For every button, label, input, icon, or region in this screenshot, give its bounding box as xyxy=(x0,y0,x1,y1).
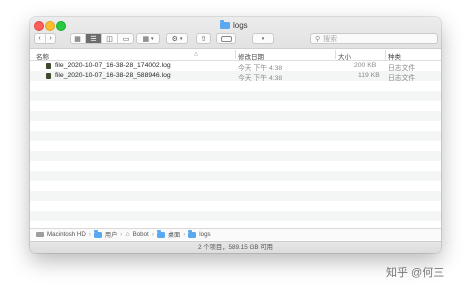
empty-row xyxy=(30,211,441,221)
share-button[interactable]: ⇧ xyxy=(196,33,211,44)
column-view-button[interactable]: ◫ xyxy=(102,34,118,43)
file-name: file_2020-10-07_16-38-28_588946.log xyxy=(55,72,171,79)
log-file-icon xyxy=(46,73,51,79)
empty-row xyxy=(30,181,441,191)
tags-button[interactable] xyxy=(216,33,236,44)
watermark: 知乎 @何三 xyxy=(386,267,445,279)
status-bar: 2 个项目，589.15 GB 可用 xyxy=(30,241,441,253)
empty-row xyxy=(30,81,441,91)
extra-dropdown-button[interactable]: ▾ xyxy=(252,33,274,44)
column-kind-header[interactable]: 种类 xyxy=(388,51,401,61)
search-field[interactable]: ⚲ 搜索 xyxy=(310,33,438,44)
action-button[interactable]: ⚙ ▾ xyxy=(166,33,188,44)
file-row[interactable]: file_2020-10-07_16-38-28_588946.log 今天 下… xyxy=(30,71,441,82)
folder-icon xyxy=(93,230,102,238)
status-text: 2 个项目，589.15 GB 可用 xyxy=(198,244,273,251)
empty-row xyxy=(30,131,441,141)
empty-row xyxy=(30,111,441,121)
empty-row xyxy=(30,141,441,151)
window-title: logs xyxy=(220,20,248,30)
folder-icon xyxy=(188,230,197,238)
finder-window: logs ‹ › ▦ ☰ ◫ ▭ ▦ ▾ ⚙ ▾ ⇧ ▾ ⚲ 搜索 名称 △ 修… xyxy=(30,17,441,253)
zoom-button[interactable] xyxy=(56,21,66,31)
empty-row xyxy=(30,101,441,111)
path-item[interactable]: Bobot xyxy=(133,231,149,238)
path-bar: Macintosh HD › 用户 › ⌂ Bobot › 桌面 › logs xyxy=(30,228,441,240)
back-button[interactable]: ‹ xyxy=(35,34,46,43)
column-date-header[interactable]: 修改日期 xyxy=(238,51,264,61)
file-size: 119 KB xyxy=(358,72,380,79)
chevron-right-icon: › xyxy=(183,231,186,238)
empty-row xyxy=(30,171,441,181)
path-item[interactable]: Macintosh HD xyxy=(47,231,86,238)
close-button[interactable] xyxy=(34,21,44,31)
search-placeholder: 搜索 xyxy=(323,35,338,43)
file-name: file_2020-10-07_16-38-28_174002.log xyxy=(55,62,171,69)
file-size: 200 KB xyxy=(354,62,377,69)
window-title-label: logs xyxy=(233,20,248,30)
chevron-down-icon: ▾ xyxy=(261,35,265,42)
chevron-down-icon: ▾ xyxy=(179,35,183,42)
share-icon: ⇧ xyxy=(200,35,207,43)
titlebar: logs ‹ › ▦ ☰ ◫ ▭ ▦ ▾ ⚙ ▾ ⇧ ▾ ⚲ 搜索 xyxy=(30,17,441,49)
column-name-header[interactable]: 名称 xyxy=(36,51,49,61)
group-button[interactable]: ▦ ▾ xyxy=(136,33,160,44)
gear-icon: ⚙ xyxy=(171,35,178,43)
folder-icon xyxy=(156,230,165,238)
empty-row xyxy=(30,121,441,131)
empty-row xyxy=(30,151,441,161)
column-size-header[interactable]: 大小 xyxy=(338,51,351,61)
empty-row xyxy=(30,191,441,201)
path-item[interactable]: 用户 xyxy=(105,230,117,239)
chevron-down-icon: ▾ xyxy=(151,35,154,42)
empty-row xyxy=(30,161,441,171)
log-file-icon xyxy=(46,63,51,69)
grid-icon: ▦ xyxy=(142,35,150,43)
chevron-right-icon: › xyxy=(88,231,91,238)
hard-drive-icon xyxy=(36,232,44,237)
back-forward-group: ‹ › xyxy=(34,33,56,44)
list-view-button[interactable]: ☰ xyxy=(86,34,102,43)
tag-icon xyxy=(220,35,232,42)
file-list: file_2020-10-07_16-38-28_174002.log 今天 下… xyxy=(30,61,441,241)
empty-row xyxy=(30,91,441,101)
path-item[interactable]: 桌面 xyxy=(168,230,180,239)
empty-row xyxy=(30,201,441,211)
sort-indicator-icon: △ xyxy=(194,51,198,57)
path-item[interactable]: logs xyxy=(199,231,210,238)
chevron-right-icon: › xyxy=(151,231,154,238)
minimize-button[interactable] xyxy=(45,21,55,31)
gallery-view-button[interactable]: ▭ xyxy=(118,34,134,43)
file-row[interactable]: file_2020-10-07_16-38-28_174002.log 今天 下… xyxy=(30,61,441,72)
column-header: 名称 △ 修改日期 大小 种类 xyxy=(30,49,441,61)
search-icon: ⚲ xyxy=(315,35,321,43)
folder-icon xyxy=(220,20,230,29)
chevron-right-icon: › xyxy=(120,231,123,238)
icon-view-button[interactable]: ▦ xyxy=(70,34,86,43)
view-mode-group: ▦ ☰ ◫ ▭ xyxy=(70,33,134,44)
forward-button[interactable]: › xyxy=(46,34,56,43)
home-icon: ⌂ xyxy=(125,231,130,238)
